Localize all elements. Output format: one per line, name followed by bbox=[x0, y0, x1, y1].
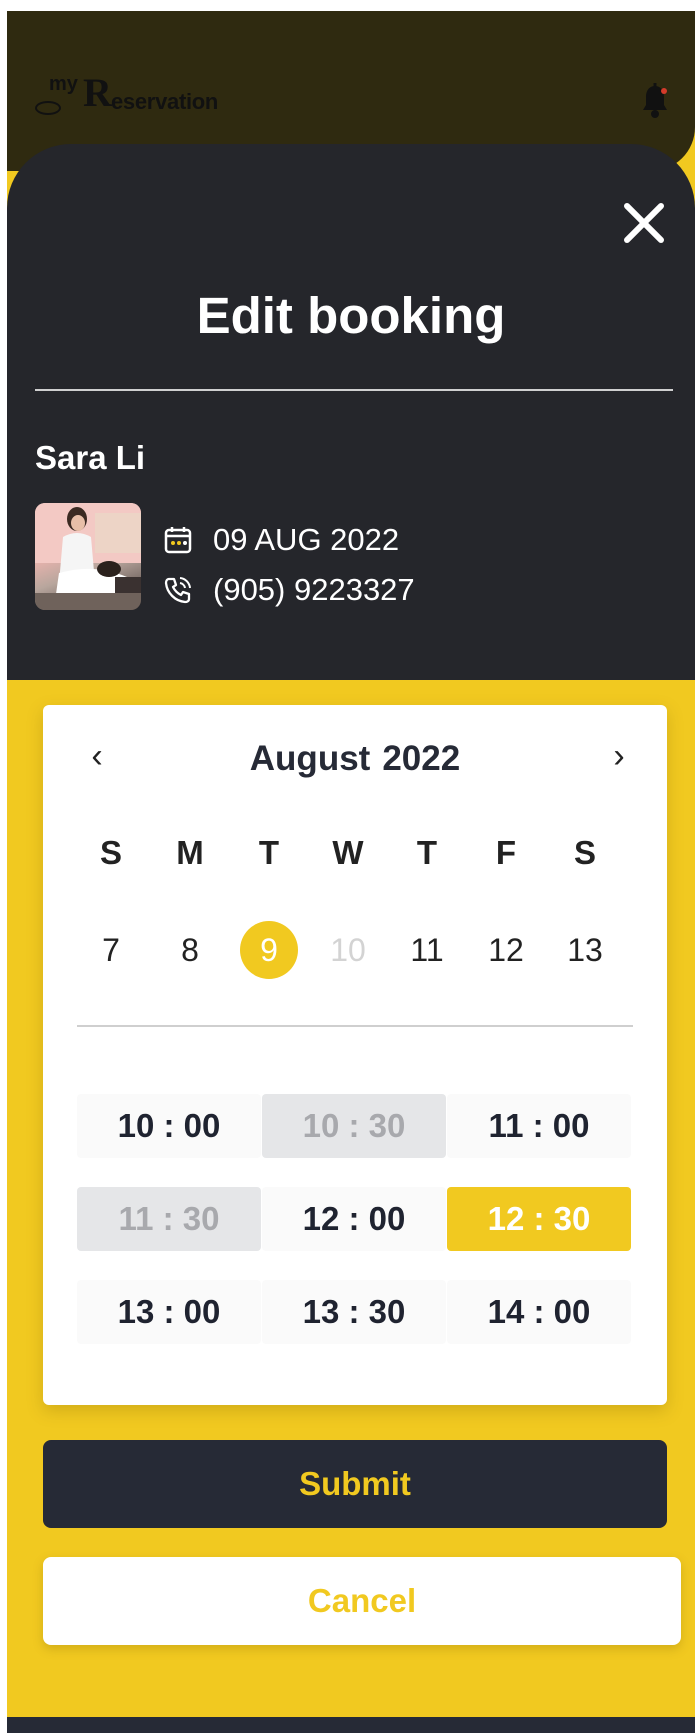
weekday-tue: T bbox=[258, 834, 280, 871]
weekday-sun: S bbox=[99, 834, 122, 871]
weekday-sat: S bbox=[573, 834, 596, 871]
logo-initial: R bbox=[83, 70, 112, 115]
calendar-card: ‹ August 2022 › S M T W T F S 7 8 9 10 11… bbox=[43, 705, 667, 1405]
time-slot-disabled: 11 : 30 bbox=[77, 1187, 261, 1251]
weekday-wed: W bbox=[332, 834, 364, 871]
day-number: 13 bbox=[567, 932, 603, 968]
year: 2022 bbox=[382, 739, 461, 778]
submit-button[interactable]: Submit bbox=[43, 1440, 667, 1528]
time-slot[interactable]: 12 : 00 bbox=[262, 1187, 446, 1251]
time-slot[interactable]: 10 : 00 bbox=[77, 1094, 261, 1158]
time-slot[interactable]: 14 : 00 bbox=[447, 1280, 631, 1344]
day-number: 7 bbox=[102, 932, 120, 968]
time-slot-selected[interactable]: 12 : 30 bbox=[447, 1187, 631, 1251]
app-screen: my R eservation Edit booking Sara Li 09 … bbox=[7, 11, 695, 1733]
day-number: 8 bbox=[181, 932, 199, 968]
calendar-day-selected[interactable]: 9 bbox=[239, 921, 299, 979]
modal-title: Edit booking bbox=[196, 287, 506, 344]
location-pin-icon bbox=[35, 101, 61, 115]
time-slot[interactable]: 13 : 30 bbox=[262, 1280, 446, 1344]
next-month-button[interactable]: › bbox=[601, 739, 637, 775]
customer-photo bbox=[35, 503, 141, 610]
weekday-mon: M bbox=[176, 834, 204, 871]
calendar-day[interactable]: 13 bbox=[555, 921, 615, 979]
weekday-thu: T bbox=[416, 834, 438, 871]
booking-phone-row: (905) 9223327 bbox=[163, 572, 415, 608]
phone-icon bbox=[164, 577, 191, 604]
cancel-button[interactable]: Cancel bbox=[43, 1557, 681, 1645]
calendar-day[interactable]: 11 bbox=[397, 921, 457, 979]
logo-suffix: eservation bbox=[111, 89, 219, 114]
day-number: 9 bbox=[260, 932, 278, 968]
time-slot[interactable]: 11 : 00 bbox=[447, 1094, 631, 1158]
month-title: August 2022 bbox=[43, 739, 667, 779]
notification-bell-icon[interactable] bbox=[641, 83, 669, 119]
calendar-day[interactable]: 8 bbox=[160, 921, 220, 979]
booking-phone: (905) 9223327 bbox=[213, 572, 415, 607]
weekday-fri: F bbox=[495, 834, 517, 871]
day-number: 12 bbox=[488, 932, 524, 968]
divider bbox=[77, 1025, 633, 1027]
day-number: 10 bbox=[330, 932, 366, 968]
booking-date: 09 AUG 2022 bbox=[213, 522, 400, 557]
app-logo: my R eservation bbox=[35, 70, 235, 127]
time-slot-disabled: 10 : 30 bbox=[262, 1094, 446, 1158]
day-number: 11 bbox=[410, 932, 444, 968]
logo-prefix: my bbox=[49, 73, 78, 95]
bottom-bar bbox=[7, 1717, 695, 1733]
month-name: August bbox=[249, 739, 371, 778]
edit-booking-sheet: Edit booking Sara Li 09 AUG 2022 (905) 9… bbox=[7, 144, 695, 680]
time-slot[interactable]: 13 : 00 bbox=[77, 1280, 261, 1344]
booking-date-row: 09 AUG 2022 bbox=[163, 522, 399, 558]
calendar-icon bbox=[164, 527, 192, 554]
close-icon[interactable] bbox=[621, 200, 667, 246]
divider bbox=[35, 389, 673, 391]
calendar-day[interactable]: 7 bbox=[81, 921, 141, 979]
calendar-day-disabled: 10 bbox=[318, 921, 378, 979]
customer-name: Sara Li bbox=[35, 439, 146, 476]
calendar-day[interactable]: 12 bbox=[476, 921, 536, 979]
